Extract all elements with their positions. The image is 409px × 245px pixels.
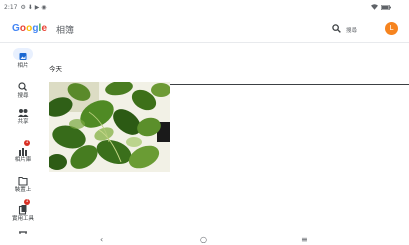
sharing-icon [13,104,33,117]
recents-button[interactable]: ≡ [301,235,308,244]
notification-badge: 1 [24,199,30,205]
search-icon [13,78,33,91]
avatar[interactable]: L [385,22,398,35]
search-icon[interactable] [332,24,341,33]
status-notification-icons: ⚙ ⬇ ▶ ◉ [20,4,47,11]
utilities-icon: 1 [13,199,33,215]
nav-item-library[interactable]: 1 相片庫 [0,140,46,168]
status-bar: 2:17 ⚙ ⬇ ▶ ◉ [0,0,409,14]
battery-icon [381,4,391,10]
nav-item-on-device[interactable]: 裝置上 [0,172,46,198]
nav-item-utilities[interactable]: 1 實用工具 [0,199,46,227]
home-button[interactable]: ○ [200,235,207,244]
header-divider [0,42,409,43]
nav-item-search[interactable]: 搜尋 [0,78,46,104]
library-icon: 1 [13,140,33,156]
status-time: 2:17 [4,4,18,11]
google-logo: Google [12,23,48,34]
back-button[interactable]: ‹ [100,235,103,244]
wifi-icon [371,4,378,10]
section-divider [168,84,409,85]
date-header: 今天 [49,65,62,73]
app-title: 相簿 [56,26,75,36]
notification-badge: 1 [24,140,30,146]
system-nav-bar: ‹ ○ ≡ [0,235,409,245]
nav-item-photos[interactable]: 相片 [0,48,46,74]
plant-photo [49,82,170,172]
folder-icon [13,172,33,186]
photo-thumbnail[interactable] [49,82,170,172]
search-label[interactable]: 搜尋 [346,26,357,34]
nav-item-more[interactable] [0,228,46,234]
photos-icon [13,48,33,60]
nav-item-sharing[interactable]: 共享 [0,104,46,130]
navigation-rail: 相片 搜尋 共享 1 相片庫 裝置上 1 實用工具 [0,44,46,234]
app-header: Google 相簿 搜尋 L [0,14,409,42]
trash-icon [13,228,33,234]
